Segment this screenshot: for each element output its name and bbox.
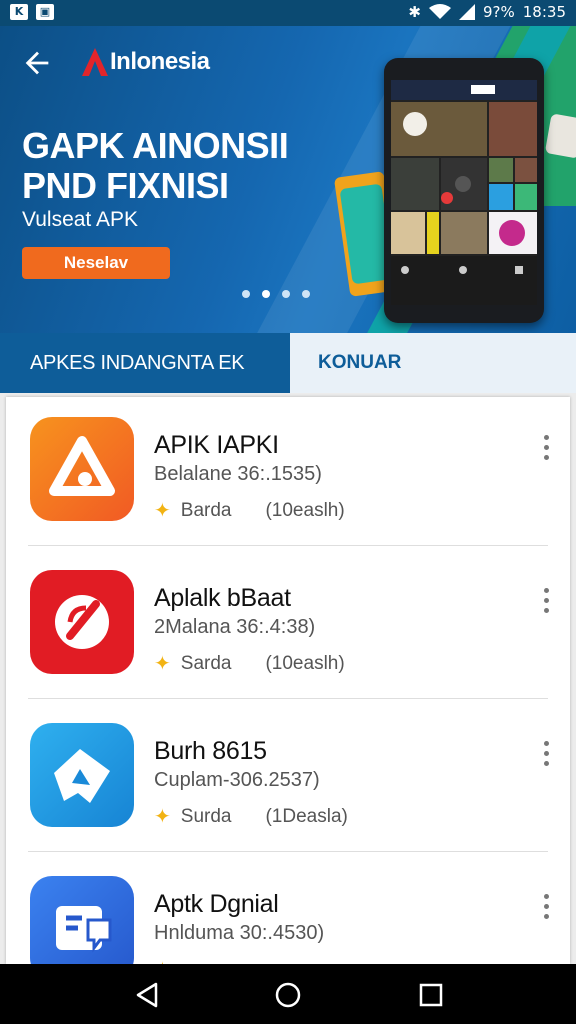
status-bar: K ▣ ✱ 9?% 18:35 — [0, 0, 576, 26]
star-icon: ✦ — [154, 500, 171, 522]
tab-konuar[interactable]: KONUAR — [290, 333, 576, 393]
carousel-dot[interactable] — [302, 290, 310, 298]
more-vert-icon[interactable] — [538, 741, 554, 769]
signal-icon — [459, 4, 475, 20]
floating-photo — [544, 113, 576, 159]
app-logo-icon — [56, 906, 112, 953]
nav-recents-icon[interactable] — [416, 980, 446, 1010]
brand-name: Inlonesia — [110, 48, 210, 75]
app-title[interactable]: APIK IAPKI — [154, 431, 279, 460]
bluetooth-icon: ✱ — [408, 3, 421, 21]
wifi-icon — [429, 4, 451, 19]
system-nav-bar — [0, 964, 576, 1024]
app-logo-icon — [49, 436, 115, 496]
nav-back-icon[interactable] — [132, 980, 162, 1010]
app-subtitle: Belalane 36:.1535) — [154, 463, 322, 485]
list-item[interactable]: Burh 8615 Cuplam-306.2537) ✦ Surda (1Dea… — [6, 703, 570, 856]
list-item[interactable]: APIK IAPKI Belalane 36:.1535) ✦ Barda (1… — [6, 397, 570, 550]
hero-title: GAPK AINONSII PND FIXNISI — [22, 125, 289, 206]
divider — [28, 545, 548, 546]
battery-label: 9?% — [483, 3, 515, 21]
brand-logo-icon — [82, 48, 108, 76]
phone-mockup — [384, 58, 544, 323]
carousel-dot[interactable] — [282, 290, 290, 298]
divider — [28, 698, 548, 699]
app-rating: ✦ — [154, 957, 181, 964]
carousel-dot[interactable] — [242, 290, 250, 298]
notification-icon: K — [10, 4, 28, 20]
app-rating: ✦ Sarda (10easlh) — [154, 651, 345, 676]
rating-label: Surda — [180, 805, 232, 827]
more-vert-icon[interactable] — [538, 894, 554, 922]
app-logo-icon — [54, 749, 110, 803]
star-icon: ✦ — [154, 957, 171, 964]
app-icon[interactable] — [30, 417, 134, 521]
rating-count: (1Deasla) — [265, 805, 348, 827]
rating-count: (10easlh) — [265, 499, 345, 521]
image-notification-icon: ▣ — [36, 4, 54, 20]
app-title[interactable]: Aptk Dgnial — [154, 890, 279, 919]
back-arrow-icon[interactable] — [20, 46, 54, 80]
more-vert-icon[interactable] — [538, 435, 554, 463]
tab-bar: APKES INDANGNTA EK KONUAR — [0, 333, 576, 393]
list-item[interactable]: Aptk Dgnial Hnlduma 30:.4530) ✦ — [6, 856, 570, 964]
app-icon[interactable] — [30, 723, 134, 827]
more-vert-icon[interactable] — [538, 588, 554, 616]
app-rating: ✦ Barda (10easlh) — [154, 498, 345, 523]
tab-apkes[interactable]: APKES INDANGNTA EK — [0, 333, 290, 393]
app-rating: ✦ Surda (1Deasla) — [154, 804, 348, 829]
star-icon: ✦ — [154, 806, 171, 828]
hero-banner[interactable]: Inlonesia GAPK AINONSII PND FIXNISI Vuls… — [0, 26, 576, 333]
rating-label: Barda — [180, 499, 232, 521]
app-subtitle: Hnlduma 30:.4530) — [154, 922, 325, 944]
brand: Inlonesia — [82, 48, 210, 76]
hero-title-line2: PND FIXNISI — [22, 165, 229, 206]
app-title[interactable]: Burh 8615 — [154, 737, 267, 766]
rating-label: Sarda — [180, 652, 232, 674]
nav-home-icon[interactable] — [273, 980, 303, 1010]
clock: 18:35 — [522, 3, 566, 21]
hero-subtitle: Vulseat APK — [22, 208, 138, 231]
app-subtitle: Cuplam-306.2537) — [154, 769, 320, 791]
hero-cta-button[interactable]: Neselav — [22, 247, 170, 279]
app-title[interactable]: Aplalk bBaat — [154, 584, 291, 613]
divider — [28, 851, 548, 852]
app-subtitle: 2Malana 36:.4:38) — [154, 616, 316, 638]
hero-title-line1: GAPK AINONSII — [22, 125, 289, 166]
app-icon[interactable] — [30, 570, 134, 674]
phone-screen — [391, 80, 537, 305]
rating-count: (10easlh) — [265, 652, 345, 674]
carousel-dots[interactable] — [242, 290, 310, 298]
carousel-dot[interactable] — [262, 290, 270, 298]
app-icon[interactable] — [30, 876, 134, 964]
list-item[interactable]: Aplalk bBaat 2Malana 36:.4:38) ✦ Sarda (… — [6, 550, 570, 703]
app-logo-icon — [55, 595, 109, 649]
star-icon: ✦ — [154, 653, 171, 675]
app-list: APIK IAPKI Belalane 36:.1535) ✦ Barda (1… — [6, 397, 570, 964]
